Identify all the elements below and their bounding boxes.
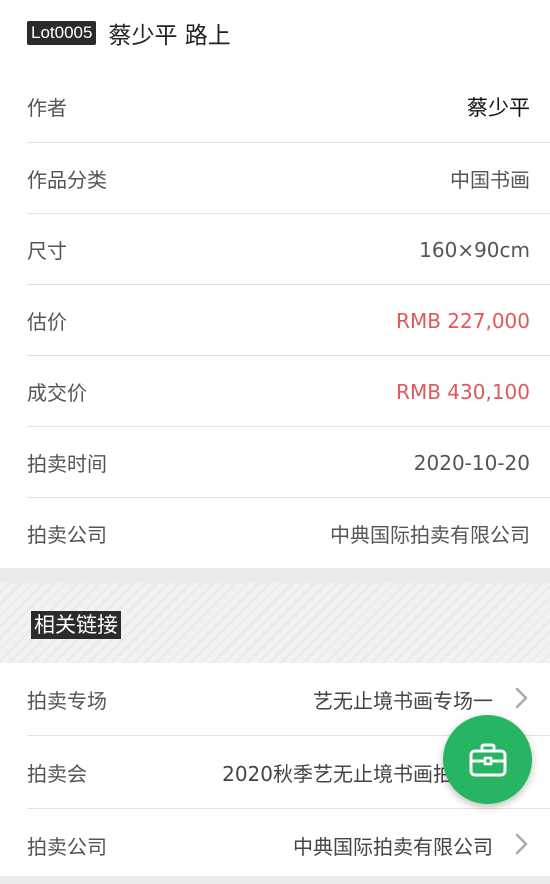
estimate-price: RMB 227,000 <box>396 308 530 333</box>
detail-value: 160×90cm <box>419 237 530 262</box>
detail-value: 蔡少平 <box>467 95 530 120</box>
detail-value: 2020-10-20 <box>413 450 530 475</box>
related-links-title: 相关链接 <box>31 611 121 639</box>
briefcase-icon <box>469 743 506 776</box>
detail-value: 中典国际拍卖有限公司 <box>330 523 530 547</box>
detail-label: 拍卖时间 <box>27 452 107 476</box>
link-value: 中典国际拍卖有限公司 <box>293 835 493 859</box>
link-label: 拍卖专场 <box>27 689 107 713</box>
lot-number-badge: Lot0005 <box>27 21 97 45</box>
chevron-right-icon <box>515 687 528 709</box>
briefcase-fab-button[interactable] <box>443 715 532 804</box>
detail-row-hammer-price: 成交价 RMB 430,100 <box>0 356 550 427</box>
link-label: 拍卖公司 <box>27 835 107 859</box>
detail-row-category: 作品分类 中国书画 <box>0 143 550 214</box>
detail-label: 成交价 <box>27 381 87 405</box>
lot-detail-card: Lot0005 蔡少平 路上 作者 蔡少平 作品分类 中国书画 尺寸 160×9… <box>0 0 550 568</box>
link-value: 艺无止境书画专场一 <box>313 689 493 713</box>
detail-row-auction-date: 拍卖时间 2020-10-20 <box>0 427 550 498</box>
detail-label: 拍卖公司 <box>27 523 107 547</box>
link-row-company[interactable]: 拍卖公司 中典国际拍卖有限公司 <box>0 809 550 881</box>
lot-header: Lot0005 蔡少平 路上 <box>27 14 231 52</box>
hammer-price: RMB 430,100 <box>396 379 530 404</box>
detail-row-author: 作者 蔡少平 <box>0 71 550 142</box>
detail-value: 中国书画 <box>450 168 530 192</box>
link-label: 拍卖会 <box>27 762 87 786</box>
artwork-title: 蔡少平 路上 <box>108 23 231 49</box>
bottom-divider <box>0 876 550 884</box>
detail-row-estimate: 估价 RMB 227,000 <box>0 285 550 356</box>
detail-label: 尺寸 <box>27 239 67 263</box>
detail-label: 估价 <box>27 310 67 334</box>
detail-label: 作者 <box>27 96 67 120</box>
chevron-right-icon <box>515 833 528 855</box>
detail-row-auction-company: 拍卖公司 中典国际拍卖有限公司 <box>0 498 550 569</box>
detail-row-size: 尺寸 160×90cm <box>0 214 550 285</box>
detail-label: 作品分类 <box>27 168 107 192</box>
